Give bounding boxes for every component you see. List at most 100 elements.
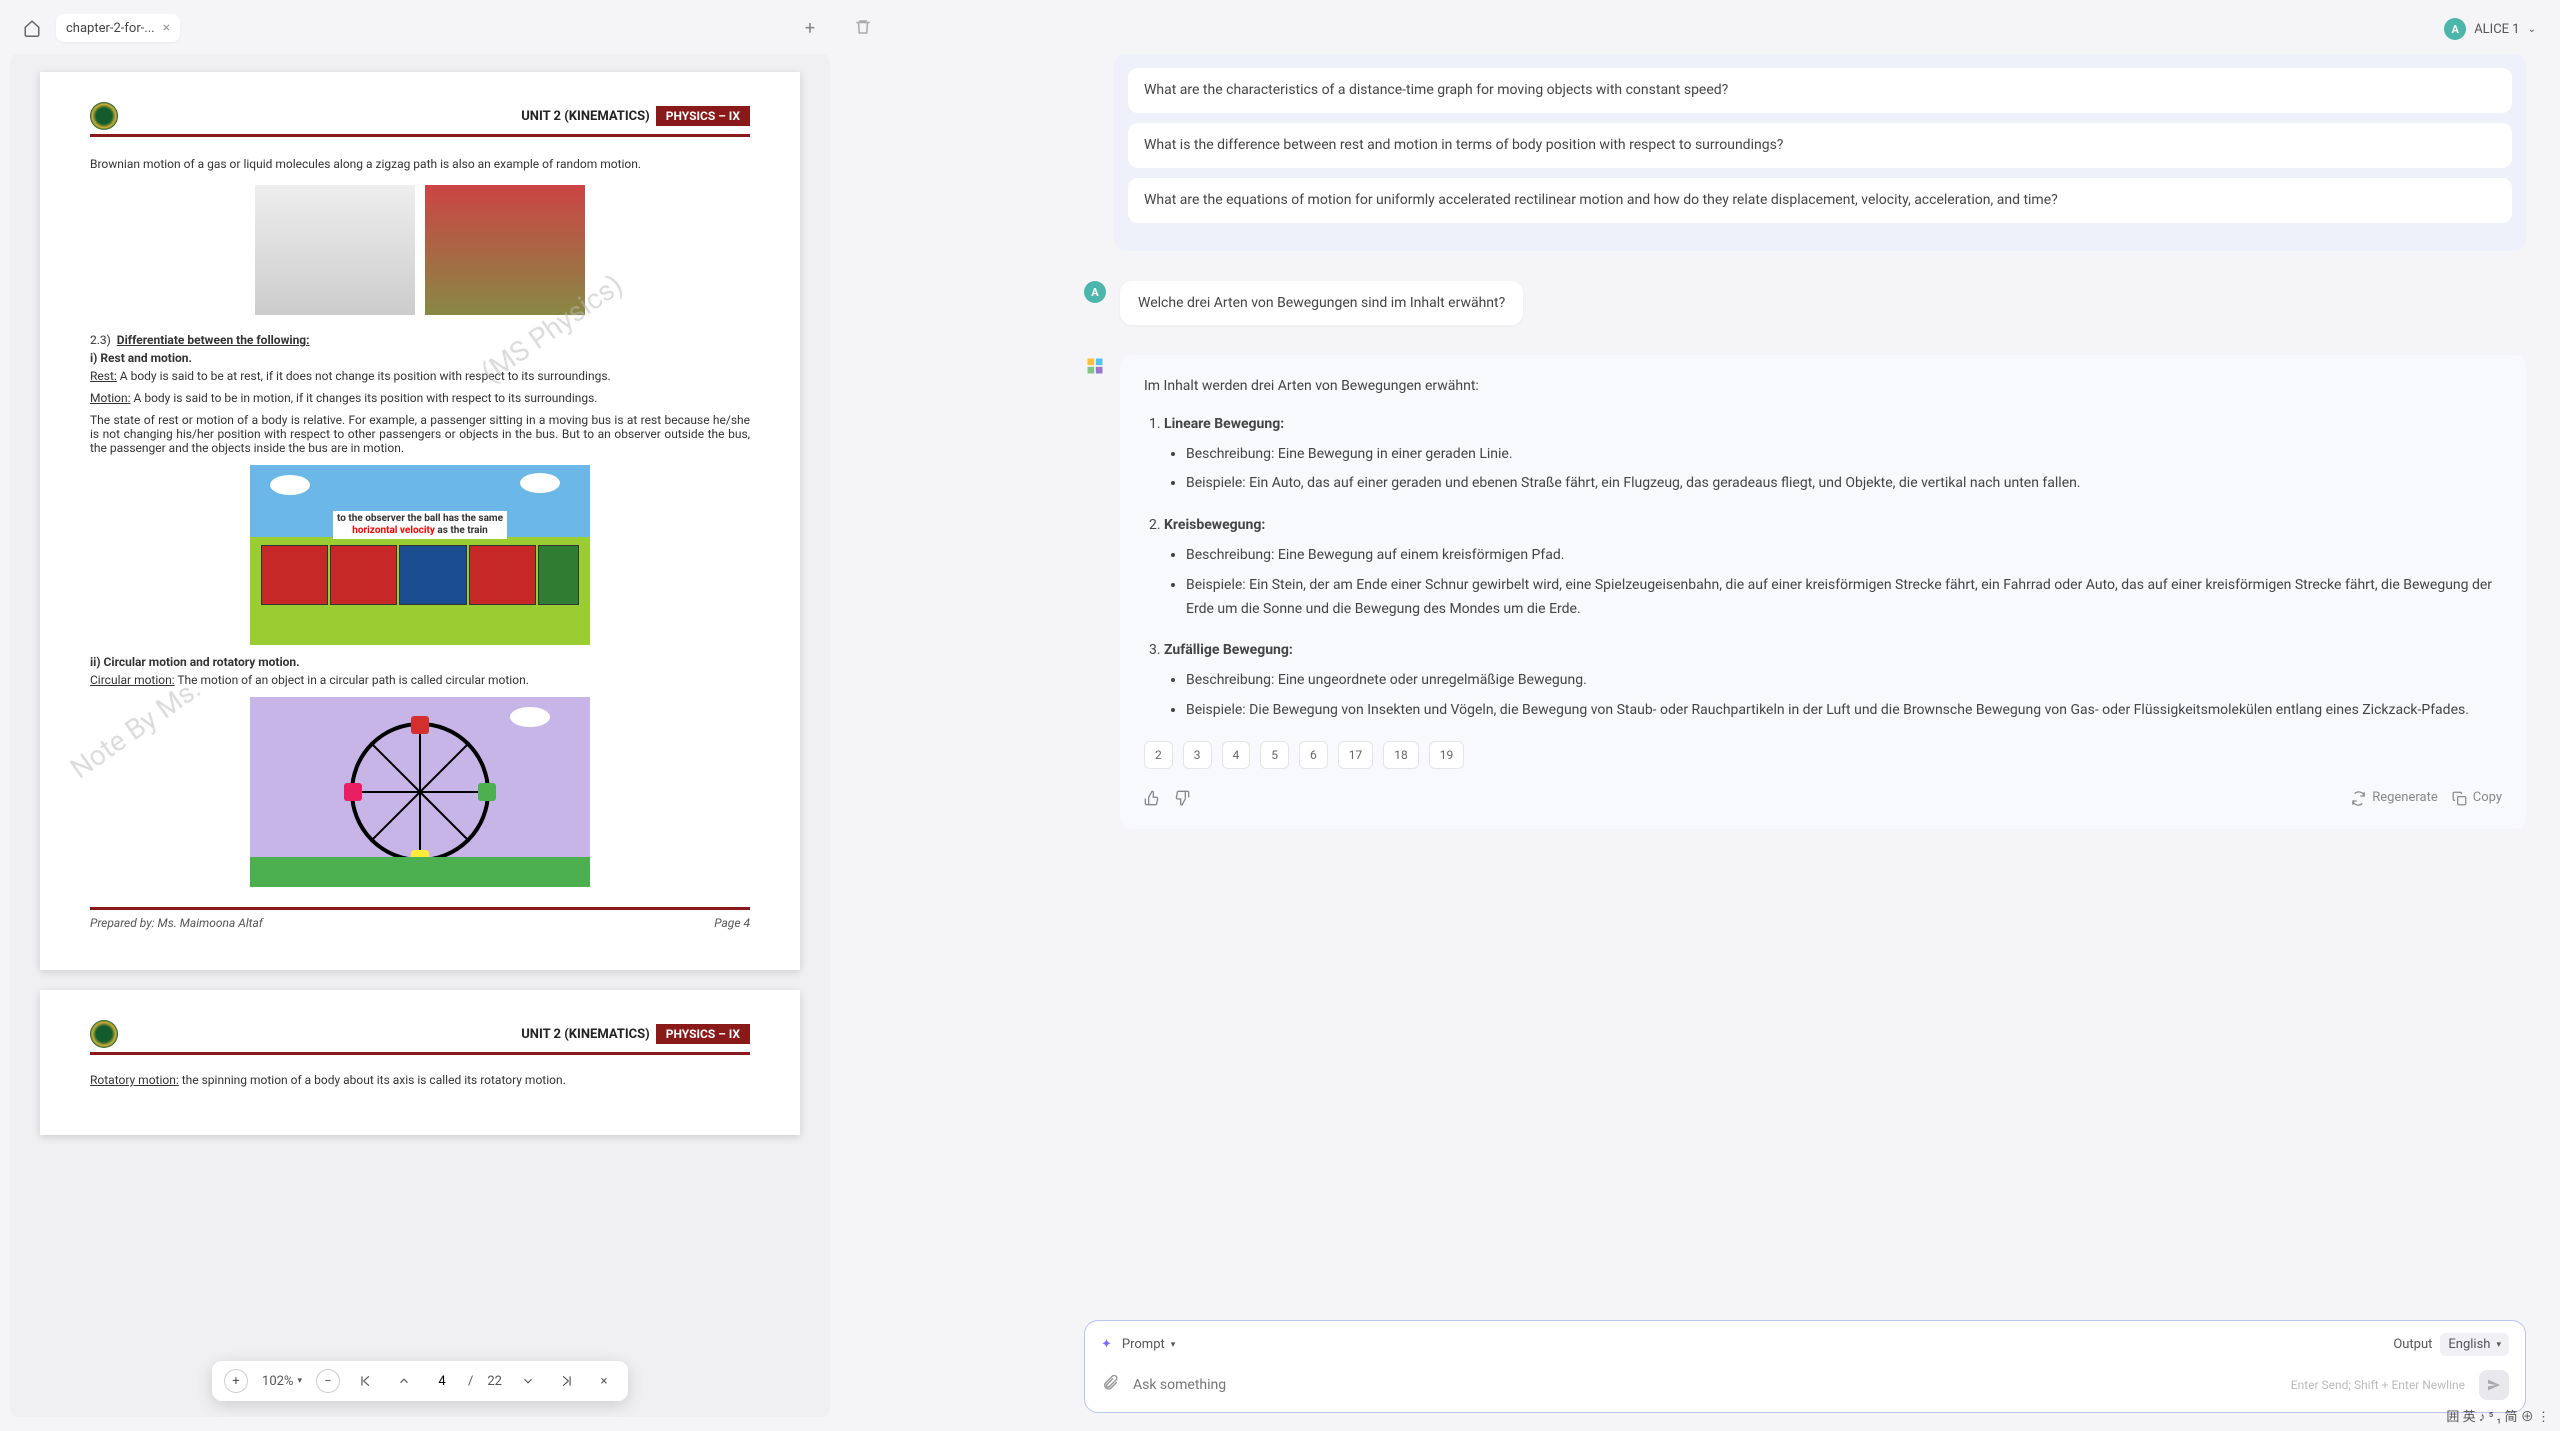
ai-message: Im Inhalt werden drei Arten von Bewegung… [1084, 355, 2526, 829]
caption-text: as the train [435, 525, 488, 536]
prompt-mode-dropdown[interactable]: Prompt▾ [1122, 1337, 1175, 1352]
language-dropdown[interactable]: English▾ [2440, 1333, 2509, 1356]
suggestion-item[interactable]: What are the equations of motion for uni… [1128, 178, 2512, 223]
pdf-page-4: UNIT 2 (KINEMATICS) PHYSICS – IX (MS Phy… [40, 72, 800, 970]
school-logo-icon [90, 102, 118, 130]
thumbs-down-icon [1174, 790, 1190, 806]
list-item: Beispiele: Ein Stein, der am Ende einer … [1186, 574, 2502, 622]
ai-intro: Im Inhalt werden drei Arten von Bewegung… [1144, 375, 2502, 399]
zoom-level-dropdown[interactable]: 102%▾ [262, 1374, 302, 1389]
term-label: Rotatory motion: [90, 1073, 179, 1087]
send-icon [2486, 1377, 2502, 1393]
definition-text: The motion of an object in a circular pa… [175, 673, 529, 687]
list-item: Beispiele: Ein Auto, das auf einer gerad… [1186, 472, 2502, 496]
watermark-text: Note By Ms. [64, 672, 206, 786]
paragraph: Brownian motion of a gas or liquid molec… [90, 155, 750, 173]
message-bubble: Welche drei Arten von Bewegungen sind im… [1120, 281, 1523, 325]
suggestion-panel: What are the characteristics of a distan… [1114, 54, 2526, 251]
delete-button[interactable] [854, 18, 872, 40]
tab-title: chapter-2-for-... [66, 21, 155, 36]
zoom-out-button[interactable]: − [316, 1369, 340, 1393]
footer-page-number: Page 4 [714, 916, 750, 930]
reference-chip[interactable]: 18 [1383, 741, 1419, 769]
copy-button[interactable]: Copy [2452, 787, 2502, 809]
cloud-icon [270, 475, 310, 495]
reference-chip[interactable]: 17 [1338, 741, 1374, 769]
ime-status-bar[interactable]: 囲 英 ♪ ⁵ ₁ 简 ⊕ ⋮ [2446, 1406, 2550, 1425]
user-menu[interactable]: A ALICE 1 ⌄ [2444, 18, 2536, 40]
close-toolbar-button[interactable]: × [592, 1369, 616, 1393]
first-page-button[interactable] [354, 1369, 378, 1393]
definition-text: the spinning motion of a body about its … [179, 1073, 566, 1087]
pdf-toolbar: + 102%▾ − / 22 × [212, 1361, 628, 1401]
send-button[interactable] [2479, 1370, 2509, 1400]
thumbs-down-button[interactable] [1174, 790, 1190, 806]
list-item: Beschreibung: Eine Bewegung in einer ger… [1186, 443, 2502, 467]
add-tab-button[interactable]: + [798, 16, 822, 40]
attach-button[interactable] [1101, 1374, 1119, 1396]
list-title: Zufällige Bewegung: [1164, 642, 1293, 658]
page-total: 22 [487, 1374, 502, 1389]
page-separator: / [468, 1374, 473, 1389]
avatar: A [1084, 281, 1106, 303]
ai-response-body: Im Inhalt werden drei Arten von Bewegung… [1120, 355, 2526, 829]
figure-ferris-wheel [250, 697, 590, 887]
reference-chip[interactable]: 4 [1222, 741, 1251, 769]
user-message: A Welche drei Arten von Bewegungen sind … [1084, 281, 2526, 325]
sparkle-icon: ✦ [1101, 1337, 1112, 1352]
refresh-icon [2351, 791, 2366, 806]
reference-chip[interactable]: 3 [1183, 741, 1212, 769]
subject-badge: PHYSICS – IX [656, 1024, 750, 1044]
chevron-down-icon: ⌄ [2528, 24, 2536, 35]
pdf-page-5: UNIT 2 (KINEMATICS) PHYSICS – IX Rotator… [40, 990, 800, 1135]
composer: ✦ Prompt▾ Output English▾ Enter Send; Sh… [1084, 1320, 2526, 1413]
last-page-button[interactable] [554, 1369, 578, 1393]
zoom-in-button[interactable]: + [224, 1369, 248, 1393]
reference-chip[interactable]: 19 [1429, 741, 1465, 769]
next-page-button[interactable] [516, 1369, 540, 1393]
school-logo-icon [90, 1020, 118, 1048]
suggestion-item[interactable]: What are the characteristics of a distan… [1128, 68, 2512, 113]
page-number-input[interactable] [430, 1374, 454, 1389]
chat-scroll[interactable]: What are the characteristics of a distan… [844, 54, 2546, 1310]
left-panel: chapter-2-for-... × + UNIT 2 (KINEMATICS… [0, 0, 840, 1431]
list-item: Beispiele: Die Bewegung von Insekten und… [1186, 699, 2502, 723]
home-icon [23, 19, 41, 37]
figure-train: to the observer the ball has the samehor… [250, 465, 590, 645]
copy-icon [2452, 791, 2467, 806]
reference-chip[interactable]: 6 [1299, 741, 1328, 769]
unit-title: UNIT 2 (KINEMATICS) [521, 109, 649, 124]
definition-text: A body is said to be at rest, if it does… [117, 369, 611, 383]
list-title: Kreisbewegung: [1164, 517, 1265, 533]
close-icon[interactable]: × [163, 20, 170, 36]
reference-chip[interactable]: 2 [1144, 741, 1173, 769]
prev-page-button[interactable] [392, 1369, 416, 1393]
paperclip-icon [1101, 1374, 1119, 1392]
user-name: ALICE 1 [2474, 22, 2519, 37]
figure-butterflies [255, 185, 415, 315]
input-hint: Enter Send; Shift + Enter Newline [2291, 1378, 2465, 1392]
paragraph: The state of rest or motion of a body is… [90, 413, 750, 455]
thumbs-up-button[interactable] [1144, 790, 1160, 806]
chat-panel: A ALICE 1 ⌄ What are the characteristics… [840, 0, 2560, 1431]
home-button[interactable] [18, 14, 46, 42]
document-tab[interactable]: chapter-2-for-... × [56, 14, 180, 42]
term-label: Rest: [90, 369, 117, 383]
trash-icon [854, 18, 872, 36]
section-heading: Differentiate between the following: [117, 333, 310, 347]
reference-chip[interactable]: 5 [1260, 741, 1289, 769]
term-label: Motion: [90, 391, 131, 405]
caption-highlight: horizontal velocity [352, 525, 435, 536]
prompt-input[interactable] [1133, 1377, 2277, 1393]
thumbs-up-icon [1144, 790, 1160, 806]
regenerate-button[interactable]: Regenerate [2351, 787, 2438, 809]
document-viewer[interactable]: UNIT 2 (KINEMATICS) PHYSICS – IX (MS Phy… [10, 54, 830, 1417]
footer-author: Prepared by: Ms. Maimoona Altaf [90, 916, 263, 930]
output-label: Output [2393, 1337, 2432, 1352]
suggestion-item[interactable]: What is the difference between rest and … [1128, 123, 2512, 168]
subject-badge: PHYSICS – IX [656, 106, 750, 126]
section-number: 2.3) [90, 333, 111, 347]
subheading: i) Rest and motion. [90, 351, 750, 365]
tab-bar: chapter-2-for-... × + [10, 14, 830, 54]
reference-chips: 2 3 4 5 6 17 18 19 [1144, 741, 2502, 769]
